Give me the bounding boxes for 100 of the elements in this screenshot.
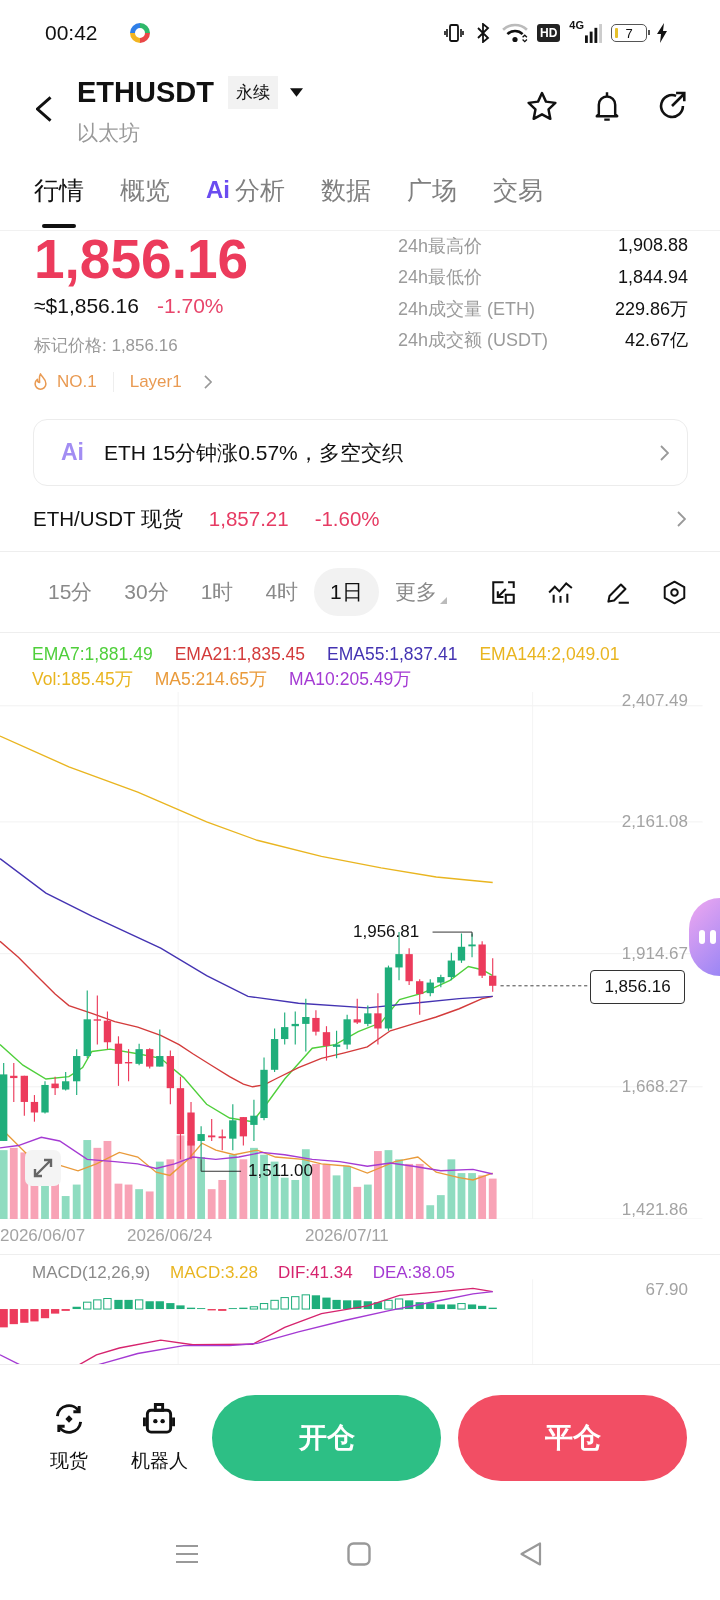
date-axis-label: 2026/06/24	[127, 1225, 213, 1247]
macd-histogram-bar	[20, 1309, 29, 1323]
caret-icon[interactable]	[289, 87, 303, 97]
candlestick	[260, 1056, 268, 1121]
tab[interactable]: 行情	[34, 166, 84, 230]
candlestick	[10, 1062, 18, 1103]
macd-histogram-bar	[72, 1306, 81, 1310]
candlestick	[41, 1080, 49, 1114]
indicator-legend-label: EMA21:1,835.45	[174, 643, 305, 666]
volume-bar	[61, 1196, 70, 1219]
macd-legend-label: MACD:3.28	[170, 1262, 258, 1284]
tab[interactable]: 数据	[321, 166, 371, 230]
candlestick	[343, 1014, 351, 1050]
colorful-ring-icon	[127, 21, 152, 45]
tab[interactable]: 广场	[407, 166, 457, 230]
indicator-icon[interactable]	[548, 579, 573, 605]
volume-bar	[312, 1163, 320, 1219]
stat-label: 24h成交量 (ETH)	[398, 297, 536, 321]
macd-histogram-bar	[145, 1301, 154, 1310]
indicator-legend-label: EMA144:2,049.01	[479, 643, 620, 666]
volume-bar	[93, 1147, 102, 1219]
ai-summary-card[interactable]: Ai ETH 15分钟涨0.57%，多空交织	[33, 419, 688, 486]
volume-bar	[384, 1150, 393, 1219]
home-icon[interactable]	[347, 1542, 371, 1566]
tab[interactable]: Ai 分析	[206, 166, 285, 230]
timeframe-tab[interactable]: 4时	[249, 568, 315, 616]
price-change: -1.70%	[156, 293, 224, 319]
candlestick	[384, 965, 393, 1032]
spot-market-row[interactable]: ETH/USDT 现货 1,857.21 -1.60%	[0, 486, 720, 552]
circular-arrow-icon[interactable]	[657, 91, 687, 121]
timeframe-tab[interactable]: 15分	[32, 568, 109, 616]
tab[interactable]: 交易	[493, 166, 543, 230]
menu-icon[interactable]	[175, 1542, 199, 1566]
candlestick	[20, 1075, 28, 1117]
expand-icon[interactable]	[25, 1150, 61, 1186]
candlestick	[489, 957, 497, 993]
sector-tag[interactable]: Layer1	[129, 372, 212, 392]
timeframe-tab[interactable]: 1日	[314, 568, 379, 616]
close-position-button[interactable]: 平仓	[458, 1395, 687, 1481]
stat-value: 42.67亿	[624, 329, 688, 353]
timeframe-tab[interactable]: 30分	[108, 568, 185, 616]
contract-type-tag[interactable]: 永续	[227, 75, 278, 109]
volume-bar	[135, 1189, 144, 1219]
settings-icon[interactable]	[662, 579, 687, 605]
macd-histogram-bar	[114, 1299, 123, 1310]
stat-label: 24h最高价	[398, 234, 483, 258]
volume-bar	[124, 1184, 133, 1219]
candlestick	[30, 1094, 39, 1123]
candlestick	[146, 1047, 154, 1069]
volume-bar	[415, 1163, 424, 1219]
price-axis-label: 1,668.27	[621, 1076, 688, 1097]
stat-value: 229.86万	[614, 297, 688, 321]
macd-histogram-bar	[322, 1297, 331, 1310]
star-icon[interactable]	[527, 91, 557, 121]
rank-tag[interactable]: NO.1	[34, 372, 97, 392]
robot-shortcut[interactable]: 机器人	[126, 1403, 192, 1473]
candlestick	[374, 992, 382, 1046]
back-icon[interactable]	[36, 95, 52, 123]
stat-label: 24h最低价	[398, 266, 483, 290]
date-axis-label: 2026/07/11	[305, 1225, 389, 1247]
macd-histogram-bar	[343, 1300, 352, 1310]
macd-histogram-bar	[280, 1297, 289, 1310]
battery-indicator: 7	[611, 24, 647, 42]
macd-histogram-bar	[134, 1299, 144, 1310]
macd-histogram-bar	[93, 1299, 102, 1310]
hd-badge: HD	[536, 24, 561, 42]
candlestick	[416, 978, 424, 1016]
candlestick	[73, 1048, 81, 1096]
volume-bar	[457, 1173, 466, 1219]
signal-icon	[585, 23, 602, 43]
charging-icon	[656, 23, 668, 43]
candlestick	[270, 1027, 279, 1073]
candlestick	[239, 1116, 248, 1147]
stat-value: 1,844.94	[617, 266, 688, 288]
volume-bar	[488, 1178, 497, 1219]
resize-icon[interactable]	[491, 579, 516, 605]
last-price: 1,856.16	[34, 231, 249, 287]
indicator-legend-label: EMA55:1,837.41	[327, 643, 458, 666]
more-timeframes-button[interactable]: 更多	[378, 568, 451, 616]
leader-line	[432, 931, 473, 938]
candlestick	[447, 952, 456, 981]
caret-icon	[439, 597, 447, 604]
indicator-legend-label: EMA7:1,881.49	[32, 643, 153, 666]
candlestick	[218, 1128, 226, 1151]
candlestick	[250, 1099, 258, 1142]
candlestick	[312, 1009, 320, 1036]
tab[interactable]: 概览	[120, 166, 170, 230]
macd-legend-label: DEA:38.05	[372, 1262, 455, 1284]
spot-shortcut[interactable]: 现货	[36, 1403, 102, 1473]
price-axis-label: 2,161.08	[621, 812, 688, 833]
candlestick	[322, 1025, 331, 1062]
volume-bar	[280, 1177, 289, 1219]
candlestick	[281, 1011, 289, 1046]
volume-bar	[374, 1151, 382, 1219]
volume-legend-label: MA10:205.49万	[289, 668, 412, 691]
open-position-button[interactable]: 开仓	[212, 1395, 441, 1481]
macd-histogram-bar	[155, 1301, 164, 1310]
timeframe-tab[interactable]: 1时	[184, 568, 250, 616]
volume-bar	[239, 1159, 248, 1219]
candlestick	[62, 1071, 70, 1092]
